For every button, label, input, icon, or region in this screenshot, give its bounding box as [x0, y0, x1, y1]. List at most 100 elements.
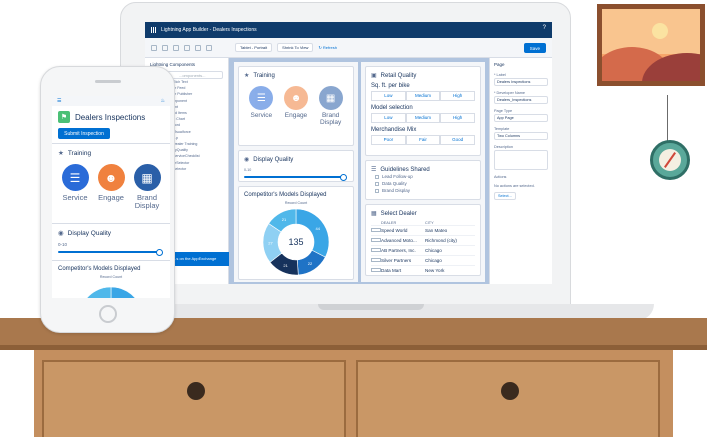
segment-option[interactable]: Medium [405, 113, 441, 123]
row-checkbox[interactable] [371, 268, 381, 272]
row-select-cell[interactable] [371, 236, 381, 245]
segment-option[interactable]: Low [371, 113, 406, 123]
checkbox[interactable] [375, 174, 379, 179]
row-select-cell[interactable] [371, 256, 381, 265]
segment-option[interactable]: High [440, 113, 476, 123]
undo-icon[interactable] [151, 44, 157, 51]
dealer-cell: Speed World [381, 228, 408, 233]
column-header: CITY [425, 221, 434, 225]
drawer-left [42, 360, 346, 437]
phone-donut-chart[interactable] [66, 279, 156, 298]
app-launcher-icon[interactable] [151, 27, 157, 33]
slider-handle[interactable] [156, 248, 163, 256]
donut-chart[interactable]: 44 22 21 27 21 135 [256, 205, 336, 277]
segment-option[interactable]: High [440, 91, 476, 101]
donut-slice[interactable] [84, 286, 112, 298]
canvas-column-left: ★ Training ☰ Service ☻ Engage ▦ Brand Dis… [234, 62, 358, 282]
developer-name-field[interactable]: Dealers_Inspections [494, 96, 548, 104]
segment-option[interactable]: Fair [405, 135, 441, 145]
label-field[interactable]: Dealers Inspections [494, 78, 548, 86]
window-title: Lightning App Builder - Dealers Inspecti… [161, 27, 257, 33]
row-select-cell[interactable] [371, 266, 381, 275]
column-header: DEALER [381, 221, 397, 225]
tile-label: Service [250, 112, 273, 119]
row-checkbox[interactable] [371, 258, 381, 262]
select-actions-button[interactable]: Select... [494, 192, 516, 200]
table-row[interactable]: Data Mart New York [371, 265, 475, 275]
select-dealer-title: Select Dealer [380, 210, 417, 217]
column-header [371, 221, 381, 225]
dealer-cell: Silver Partners [381, 258, 412, 263]
menu-icon[interactable]: ☰ [57, 98, 61, 104]
training-tiles: ☰ Service ☻ Engage ▦ Brand Display [244, 86, 348, 126]
actions-label: Actions [494, 175, 507, 179]
donut-slice[interactable] [295, 208, 330, 258]
page-canvas: ★ Training ☰ Service ☻ Engage ▦ Brand Dis… [229, 58, 489, 284]
select-dealer-card[interactable]: ▦ Select Dealer DEALER CITY Speed World Sa… [365, 204, 481, 276]
save-button[interactable]: Save [523, 43, 546, 53]
segment-option[interactable]: Low [371, 91, 406, 101]
template-field[interactable]: Two Columns [494, 132, 548, 140]
slice-label: 21 [282, 217, 287, 222]
row-checkbox[interactable] [371, 228, 381, 232]
drawer-knob [187, 382, 205, 400]
guideline-item[interactable]: Lead Follow-up [371, 173, 475, 180]
phone-tile-engage[interactable]: ☻ Engage [94, 164, 128, 210]
tile-brand-display[interactable]: ▦ Brand Display [314, 86, 348, 126]
retail-quality-rows: Sq. ft. per bike Low Medium High Model selec… [371, 83, 476, 145]
checkbox[interactable] [375, 181, 379, 186]
row-checkbox[interactable] [371, 238, 381, 242]
row-checkbox[interactable] [371, 248, 381, 252]
guideline-item[interactable]: Brand Display [371, 187, 475, 194]
table-row[interactable]: Speed World San Mateo [371, 225, 475, 235]
tile-engage[interactable]: ☻ Engage [279, 86, 313, 126]
copy-icon[interactable] [184, 44, 190, 51]
redo-icon[interactable] [162, 44, 168, 51]
segment-option[interactable]: Good [440, 135, 476, 145]
submit-inspection-button[interactable]: Submit Inspection [58, 128, 110, 139]
cut-icon[interactable] [173, 44, 179, 51]
phone-training-tiles: ☰ Service ☻ Engage ▦ Brand Display [58, 164, 164, 210]
city-cell: New York [425, 268, 445, 273]
paste-icon[interactable] [195, 44, 201, 51]
delete-icon[interactable] [206, 44, 212, 51]
display-quality-slider[interactable] [244, 173, 347, 181]
tile-service[interactable]: ☰ Service [244, 86, 278, 126]
device-select[interactable]: Tablet - Portrait [235, 43, 273, 52]
competitor-card[interactable]: Competitor's Models Displayed Record Cou… [238, 186, 354, 280]
phone-home-button[interactable] [99, 305, 117, 323]
donut-center-total: 135 [288, 237, 303, 247]
display-quality-card[interactable]: ◉ Display Quality 0-10 [238, 150, 354, 182]
table-row[interactable]: AB Partners, Inc. Chicago [371, 245, 475, 255]
row-select-cell[interactable] [371, 246, 381, 255]
properties-title: Page [494, 62, 505, 67]
frame-sun [652, 23, 668, 39]
actions-empty-text: No actions are selected. [494, 184, 535, 188]
slice-label: 44 [316, 226, 321, 231]
zoom-select[interactable]: Shrink To View [277, 43, 314, 52]
guidelines-card[interactable]: ☰ Guidelines Shared Lead Follow-up Data Qu… [365, 160, 481, 200]
phone-display-quality-slider[interactable] [58, 248, 163, 256]
segmented-control: Low Medium High [371, 91, 476, 101]
refresh-button[interactable]: ↻ Refresh [318, 45, 336, 50]
notification-bell-icon[interactable]: ♨ [161, 98, 165, 104]
description-field[interactable] [494, 150, 548, 170]
segment-option[interactable]: Medium [405, 91, 441, 101]
retail-quality-card[interactable]: ▣ Retail Quality Sq. ft. per bike Low Mediu… [365, 66, 481, 156]
table-row[interactable]: Advanced Moto... Richmond (city) [371, 235, 475, 245]
donut-slice[interactable] [110, 286, 143, 298]
canvas-column-right: ▣ Retail Quality Sq. ft. per bike Low Mediu… [361, 62, 485, 282]
training-card[interactable]: ★ Training ☰ Service ☻ Engage ▦ Brand Dis… [238, 66, 354, 146]
slider-handle[interactable] [340, 173, 347, 181]
slice-label: 22 [308, 261, 313, 266]
segment-option[interactable]: Poor [371, 135, 406, 145]
table-row[interactable]: Silver Partners Chicago [371, 255, 475, 265]
phone-tile-brand-display[interactable]: ▦ Brand Display [130, 164, 164, 210]
help-icon[interactable]: ? [543, 25, 546, 31]
row-select-cell[interactable] [371, 226, 381, 235]
compass-needle [664, 152, 676, 168]
guideline-item[interactable]: Data Quality [371, 180, 475, 187]
phone-tile-service[interactable]: ☰ Service [58, 164, 92, 210]
checkbox[interactable] [375, 188, 379, 193]
camera-icon: ◉ [58, 230, 64, 237]
